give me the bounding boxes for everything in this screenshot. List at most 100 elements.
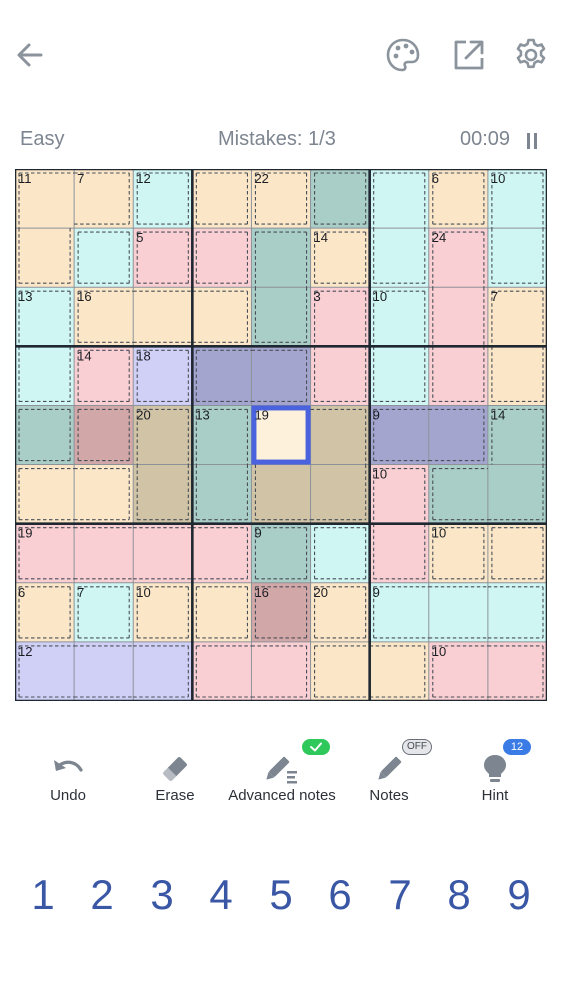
cage-sum: 3	[314, 289, 321, 304]
sudoku-board: 11 7 12 22 6 10 5 14 24 13 16 3 10 7 14 18 20 13 19 9 14 10 19…	[15, 169, 547, 701]
board-cell[interactable]	[487, 346, 547, 406]
cage-sum: 11	[18, 171, 32, 186]
board-cell[interactable]	[251, 287, 311, 347]
cage-sum: 7	[77, 585, 84, 600]
board-cell[interactable]	[428, 287, 488, 347]
board-cell[interactable]	[15, 464, 75, 524]
board-cell[interactable]	[15, 228, 75, 288]
advanced-notes-label: Advanced notes	[228, 787, 336, 804]
share-icon[interactable]	[447, 33, 491, 77]
board-cell[interactable]	[15, 346, 75, 406]
board-cell[interactable]	[310, 346, 370, 406]
number-9-button[interactable]: 9	[494, 862, 544, 928]
cage-sum: 6	[18, 585, 25, 600]
board-cell[interactable]	[487, 464, 547, 524]
board-cell[interactable]	[74, 228, 134, 288]
hint-button[interactable]: 12 Hint	[435, 735, 555, 813]
notes-label: Notes	[369, 787, 409, 804]
board-cell[interactable]	[74, 464, 134, 524]
number-2-button[interactable]: 2	[77, 862, 127, 928]
cage-sum: 10	[491, 171, 505, 186]
board-cell[interactable]	[310, 464, 370, 524]
advanced-notes-button[interactable]: Advanced notes	[222, 735, 342, 813]
number-3-button[interactable]: 3	[137, 862, 187, 928]
notes-button[interactable]: OFF Notes	[329, 735, 449, 813]
undo-label: Undo	[50, 787, 86, 804]
cage-sum: 24	[432, 230, 446, 245]
cage-sum: 10	[432, 644, 446, 659]
board-cell[interactable]	[369, 228, 429, 288]
board-cell[interactable]	[369, 169, 429, 229]
board-cell[interactable]	[310, 641, 370, 701]
hint-label: Hint	[481, 787, 509, 804]
board-cell[interactable]	[192, 346, 252, 406]
cage-sum: 19	[18, 526, 32, 541]
cage-sum: 12	[136, 171, 150, 186]
cage-sum: 19	[254, 407, 268, 422]
board-cell[interactable]	[487, 523, 547, 583]
board-cell[interactable]	[428, 582, 488, 642]
board-cell[interactable]	[74, 641, 134, 701]
board-cell[interactable]	[369, 641, 429, 701]
gear-icon[interactable]	[509, 33, 553, 77]
board-cell[interactable]	[192, 169, 252, 229]
erase-label: Erase	[155, 787, 195, 804]
board-cell[interactable]	[192, 523, 252, 583]
palette-icon[interactable]	[381, 33, 425, 77]
cage-sum: 13	[18, 289, 32, 304]
number-1-button[interactable]: 1	[18, 862, 68, 928]
pause-icon[interactable]	[526, 132, 538, 149]
board-cell[interactable]	[487, 582, 547, 642]
number-8-button[interactable]: 8	[434, 862, 484, 928]
board-cell[interactable]	[369, 346, 429, 406]
cage-sum: 14	[77, 348, 91, 363]
board-cell[interactable]	[133, 464, 193, 524]
lightbulb-icon	[475, 749, 515, 789]
board-cell[interactable]	[428, 464, 488, 524]
board-cell[interactable]	[192, 228, 252, 288]
top-bar	[0, 0, 563, 110]
number-7-button[interactable]: 7	[375, 862, 425, 928]
cage-sum: 14	[491, 407, 505, 422]
hint-count-badge: 12	[503, 739, 531, 755]
number-6-button[interactable]: 6	[315, 862, 365, 928]
cage-sum: 7	[77, 171, 84, 186]
board-cell[interactable]	[428, 405, 488, 465]
board-cell[interactable]	[74, 405, 134, 465]
board-cell[interactable]	[251, 228, 311, 288]
board-cell[interactable]	[310, 169, 370, 229]
cage-sum: 10	[373, 289, 387, 304]
board-cell[interactable]	[15, 405, 75, 465]
cage-sum: 18	[136, 348, 150, 363]
board-cell[interactable]	[133, 287, 193, 347]
board-cell[interactable]	[310, 523, 370, 583]
board-cell[interactable]	[74, 523, 134, 583]
undo-button[interactable]: Undo	[8, 735, 128, 813]
erase-button[interactable]: Erase	[115, 735, 235, 813]
number-4-button[interactable]: 4	[196, 862, 246, 928]
number-pad: 1 2 3 4 5 6 7 8 9	[0, 862, 563, 932]
cage-sum: 7	[491, 289, 498, 304]
board-cell[interactable]	[487, 228, 547, 288]
board-cell[interactable]	[310, 405, 370, 465]
cage-sum: 10	[373, 467, 387, 482]
board-cell[interactable]	[251, 464, 311, 524]
cage-sum: 22	[254, 171, 268, 186]
cage-sum: 16	[77, 289, 91, 304]
board-cell[interactable]	[487, 641, 547, 701]
board-cell[interactable]	[369, 523, 429, 583]
board-cell[interactable]	[133, 523, 193, 583]
cage-sum: 12	[18, 644, 32, 659]
board-cell[interactable]	[251, 641, 311, 701]
board-cell[interactable]	[192, 641, 252, 701]
board-cell[interactable]	[192, 287, 252, 347]
cage-sum: 16	[254, 585, 268, 600]
board-cell[interactable]	[133, 641, 193, 701]
board-cell[interactable]	[192, 582, 252, 642]
number-5-button[interactable]: 5	[256, 862, 306, 928]
board-cell[interactable]	[192, 464, 252, 524]
board-cell[interactable]	[251, 346, 311, 406]
cage-sum: 10	[136, 585, 150, 600]
back-arrow-icon[interactable]	[8, 33, 52, 77]
board-cell[interactable]	[428, 346, 488, 406]
